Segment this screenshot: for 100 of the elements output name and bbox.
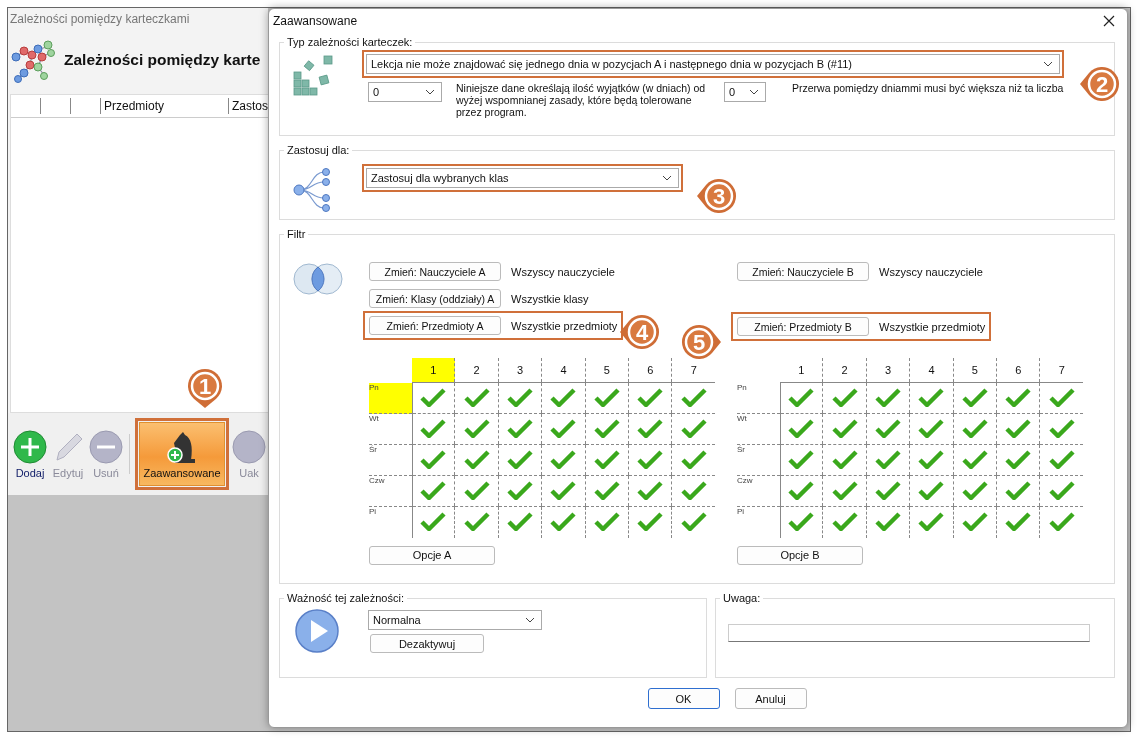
check-icon[interactable] bbox=[593, 418, 620, 438]
column-header[interactable]: 5 bbox=[585, 358, 629, 383]
dialog-button[interactable]: OK bbox=[647, 688, 720, 709]
check-icon[interactable] bbox=[637, 511, 664, 532]
column-header[interactable]: 4 bbox=[909, 358, 954, 383]
check-icon[interactable] bbox=[961, 418, 988, 438]
change-button[interactable]: Zmień: Przedmioty A bbox=[369, 316, 501, 335]
row-header[interactable]: Wt bbox=[369, 413, 413, 445]
row-header[interactable]: Pi bbox=[369, 506, 413, 538]
check-icon[interactable] bbox=[831, 387, 858, 407]
check-icon[interactable] bbox=[875, 387, 902, 407]
check-icon[interactable] bbox=[680, 480, 707, 500]
check-icon[interactable] bbox=[918, 418, 945, 438]
column-header[interactable]: 1 bbox=[412, 358, 455, 383]
check-icon[interactable] bbox=[1005, 387, 1032, 407]
column-header[interactable]: 6 bbox=[996, 358, 1040, 383]
row-header[interactable]: Czw bbox=[369, 475, 413, 507]
check-icon[interactable] bbox=[788, 511, 815, 532]
check-icon[interactable] bbox=[463, 511, 490, 532]
row-header[interactable]: Śr bbox=[737, 444, 781, 476]
column-header[interactable]: 6 bbox=[628, 358, 672, 383]
check-icon[interactable] bbox=[463, 480, 490, 500]
check-icon[interactable] bbox=[1048, 387, 1075, 407]
check-icon[interactable] bbox=[1005, 480, 1032, 500]
check-icon[interactable] bbox=[961, 387, 988, 407]
check-icon[interactable] bbox=[961, 511, 988, 532]
column-header[interactable]: 1 bbox=[780, 358, 823, 383]
check-icon[interactable] bbox=[1048, 449, 1075, 469]
row-header[interactable]: Śr bbox=[369, 444, 413, 476]
check-icon[interactable] bbox=[961, 449, 988, 469]
check-icon[interactable] bbox=[918, 387, 945, 407]
check-icon[interactable] bbox=[593, 480, 620, 500]
dropdown[interactable]: 0 bbox=[368, 82, 442, 102]
check-icon[interactable] bbox=[550, 449, 577, 469]
check-icon[interactable] bbox=[875, 418, 902, 438]
column-header[interactable]: 4 bbox=[541, 358, 586, 383]
check-icon[interactable] bbox=[507, 449, 534, 469]
check-icon[interactable] bbox=[680, 449, 707, 469]
note-field[interactable] bbox=[728, 624, 1090, 642]
check-icon[interactable] bbox=[788, 387, 815, 407]
check-icon[interactable] bbox=[593, 449, 620, 469]
options-button[interactable]: Opcje B bbox=[737, 545, 863, 565]
dropdown[interactable]: Zastosuj dla wybranych klas bbox=[366, 168, 679, 188]
dialog-button[interactable]: Anuluj bbox=[734, 688, 807, 709]
change-button[interactable]: Zmień: Klasy (oddziały) A bbox=[369, 289, 501, 308]
column-header[interactable]: 7 bbox=[1040, 358, 1083, 383]
dropdown[interactable]: Normalna bbox=[368, 610, 542, 630]
check-icon[interactable] bbox=[680, 387, 707, 407]
check-icon[interactable] bbox=[680, 511, 707, 532]
check-icon[interactable] bbox=[918, 449, 945, 469]
row-header[interactable]: Pi bbox=[737, 506, 781, 538]
toolbar-button[interactable]: Dodaj bbox=[12, 427, 48, 481]
column-header[interactable]: Przedmioty bbox=[101, 98, 229, 114]
check-icon[interactable] bbox=[420, 480, 447, 500]
check-icon[interactable] bbox=[875, 511, 902, 532]
check-icon[interactable] bbox=[507, 511, 534, 532]
close-icon[interactable] bbox=[1103, 15, 1115, 27]
check-icon[interactable] bbox=[507, 387, 534, 407]
change-button[interactable]: Zmień: Nauczyciele A bbox=[369, 262, 501, 281]
check-icon[interactable] bbox=[1005, 449, 1032, 469]
column-header[interactable]: 3 bbox=[498, 358, 542, 383]
check-icon[interactable] bbox=[788, 418, 815, 438]
check-icon[interactable] bbox=[831, 418, 858, 438]
check-icon[interactable] bbox=[1048, 418, 1075, 438]
row-header[interactable]: Pn bbox=[369, 382, 413, 414]
column-header[interactable]: Zastos bbox=[229, 98, 268, 114]
check-icon[interactable] bbox=[420, 449, 447, 469]
check-icon[interactable] bbox=[918, 511, 945, 532]
check-icon[interactable] bbox=[831, 449, 858, 469]
column-header[interactable]: 5 bbox=[953, 358, 997, 383]
check-icon[interactable] bbox=[637, 480, 664, 500]
column-header[interactable]: 2 bbox=[454, 358, 499, 383]
column-header[interactable]: 3 bbox=[866, 358, 910, 383]
check-icon[interactable] bbox=[788, 480, 815, 500]
check-icon[interactable] bbox=[788, 449, 815, 469]
check-icon[interactable] bbox=[1048, 480, 1075, 500]
check-icon[interactable] bbox=[507, 418, 534, 438]
deactivate-button[interactable]: Dezaktywuj bbox=[370, 634, 484, 653]
options-button[interactable]: Opcje A bbox=[369, 545, 495, 565]
check-icon[interactable] bbox=[1005, 511, 1032, 532]
check-icon[interactable] bbox=[961, 480, 988, 500]
check-icon[interactable] bbox=[680, 418, 707, 438]
check-icon[interactable] bbox=[463, 449, 490, 469]
row-header[interactable]: Wt bbox=[737, 413, 781, 445]
check-icon[interactable] bbox=[637, 449, 664, 469]
check-icon[interactable] bbox=[875, 449, 902, 469]
check-icon[interactable] bbox=[550, 480, 577, 500]
dropdown[interactable]: Lekcja nie może znajdować się jednego dnia w pozycjach A i następnego dnia w pozycjach B (#11) bbox=[366, 54, 1060, 74]
check-icon[interactable] bbox=[831, 511, 858, 532]
check-icon[interactable] bbox=[420, 418, 447, 438]
check-icon[interactable] bbox=[550, 418, 577, 438]
column-header[interactable]: 2 bbox=[822, 358, 867, 383]
check-icon[interactable] bbox=[550, 511, 577, 532]
check-icon[interactable] bbox=[831, 480, 858, 500]
check-icon[interactable] bbox=[550, 387, 577, 407]
check-icon[interactable] bbox=[593, 387, 620, 407]
check-icon[interactable] bbox=[463, 418, 490, 438]
check-icon[interactable] bbox=[463, 387, 490, 407]
check-icon[interactable] bbox=[1005, 418, 1032, 438]
row-header[interactable]: Pn bbox=[737, 382, 781, 414]
